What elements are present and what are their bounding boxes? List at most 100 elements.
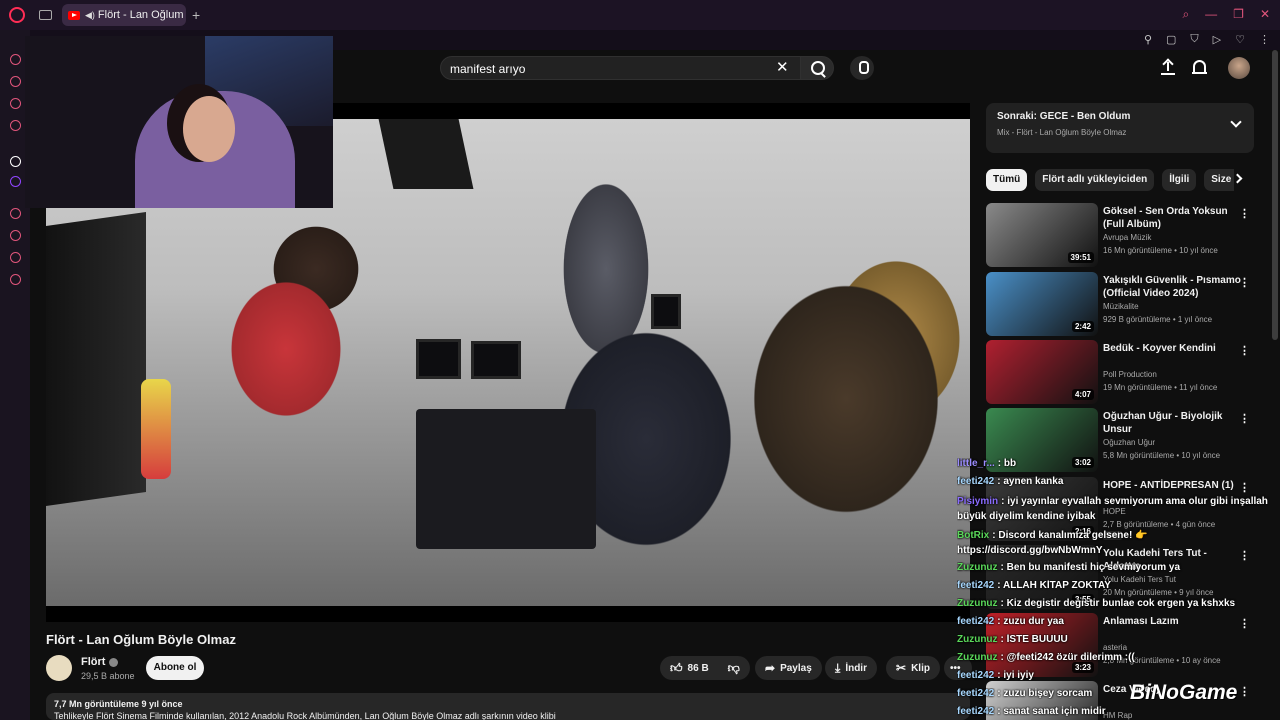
- kebab-menu-icon[interactable]: ⋮: [1239, 207, 1250, 220]
- recommendation-meta: 929 B görüntüleme • 1 yıl önce: [1103, 315, 1213, 324]
- chat-username[interactable]: Zuzunuz: [957, 634, 998, 645]
- chat-username[interactable]: feeti242: [957, 580, 994, 591]
- search-input[interactable]: manifest arıyo: [440, 56, 804, 80]
- chat-username[interactable]: feeti242: [957, 670, 994, 681]
- description-box[interactable]: 7,7 Mn görüntüleme 9 yıl önce Tehlikeyle…: [46, 693, 970, 720]
- player-icon[interactable]: [10, 208, 21, 219]
- recommendation-channel[interactable]: Avrupa Müzik: [1103, 233, 1151, 242]
- chip-all[interactable]: Tümü: [986, 169, 1028, 191]
- channel-name-text[interactable]: Flört: [81, 656, 105, 668]
- scrollbar[interactable]: [1272, 50, 1278, 340]
- clear-search-icon[interactable]: ✕: [776, 58, 789, 76]
- play-icon[interactable]: ▷: [1213, 33, 1221, 46]
- chat-username[interactable]: Pisiymin: [957, 496, 998, 507]
- recommendation-channel[interactable]: Müzikalite: [1103, 302, 1139, 311]
- share-button[interactable]: ➦ Paylaş: [755, 656, 822, 680]
- workspace-icon[interactable]: [39, 10, 52, 20]
- download-label: İndir: [845, 662, 867, 674]
- speaker-icon[interactable]: ◀): [85, 10, 95, 21]
- up-next-panel[interactable]: Sonraki: GECE - Ben Oldum Mix - Flört - …: [986, 103, 1254, 153]
- opera-icon[interactable]: [9, 7, 25, 23]
- recommendation-meta: 19 Mn görüntüleme • 11 yıl önce: [1103, 383, 1218, 392]
- channel-name[interactable]: Flört: [81, 656, 119, 668]
- chat-text: : iyi iyiy: [997, 670, 1034, 681]
- recommendation-item[interactable]: 39:51 Göksel - Sen Orda Yoksun (Full Albü…: [986, 203, 1254, 267]
- recommendation-title[interactable]: Göksel - Sen Orda Yoksun (Full Albüm): [1103, 205, 1243, 231]
- shield-icon[interactable]: ⛉: [1190, 33, 1198, 46]
- binogame-logo: BiNoGame: [1130, 681, 1238, 704]
- chat-text: : sanat sanat için midir: [997, 706, 1106, 717]
- new-tab-plus-icon[interactable]: +: [192, 7, 200, 23]
- snapshot-icon[interactable]: ▢: [1166, 33, 1176, 46]
- recommendation-item[interactable]: 2:42 Yakışıklı Güvenlik - Pısmamo (Offici…: [986, 272, 1254, 336]
- sidebar-app-icon[interactable]: [10, 76, 21, 87]
- kebab-menu-icon[interactable]: ⋮: [1239, 412, 1250, 425]
- channel-avatar[interactable]: [46, 655, 72, 681]
- recommendation-item[interactable]: 4:07 Bedük - Koyver Kendini Poll Productio…: [986, 340, 1254, 404]
- tab-title: Flört - Lan Oğlum Böyle: [97, 9, 186, 21]
- sidebar-app-icon[interactable]: [10, 120, 21, 131]
- subscriber-count: 29,5 B abone: [81, 671, 135, 681]
- pin-icon[interactable]: ⚲: [1144, 33, 1152, 46]
- chat-text: : Kiz degistir degistir bunlae cok ergen…: [1000, 598, 1236, 609]
- chat-username[interactable]: Zuzunuz: [957, 562, 998, 573]
- download-button[interactable]: ⤓ İndir: [825, 656, 877, 680]
- chat-username[interactable]: feeti242: [957, 616, 994, 627]
- sidebar-app-icon[interactable]: [10, 54, 21, 65]
- chat-username[interactable]: BotRix: [957, 530, 989, 541]
- video-thumbnail[interactable]: 39:51: [986, 203, 1098, 267]
- chat-username[interactable]: feeti242: [957, 688, 994, 699]
- notifications-bell-icon[interactable]: [1192, 60, 1207, 74]
- chip-from-uploader[interactable]: Flört adlı yükleyiciden: [1035, 169, 1155, 191]
- video-thumbnail[interactable]: 2:42: [986, 272, 1098, 336]
- recommendation-channel[interactable]: Oğuzhan Uğur: [1103, 438, 1155, 447]
- chat-username[interactable]: little_r...: [957, 458, 995, 469]
- like-count[interactable]: 86 B: [688, 663, 709, 674]
- softbox-light: [46, 211, 146, 507]
- kebab-menu-icon[interactable]: ⋮: [1239, 276, 1250, 289]
- chat-text: : bb: [997, 458, 1017, 469]
- settings-icon[interactable]: [10, 274, 21, 285]
- chat-username[interactable]: feeti242: [957, 476, 994, 487]
- search-tabs-icon[interactable]: ⌕: [1182, 7, 1189, 22]
- history-icon[interactable]: [10, 230, 21, 241]
- recommendation-channel[interactable]: Poll Production: [1103, 370, 1157, 379]
- extensions-icon[interactable]: [10, 252, 21, 263]
- voice-search-mic-icon[interactable]: [850, 56, 874, 80]
- chat-username[interactable]: feeti242: [957, 706, 994, 717]
- video-thumbnail[interactable]: 4:07: [986, 340, 1098, 404]
- twitch-icon[interactable]: [10, 176, 21, 187]
- streamer-face: [183, 96, 235, 162]
- search-button[interactable]: [800, 56, 834, 80]
- chat-text: : İSTE BUUUU: [1000, 634, 1068, 645]
- subscribe-button[interactable]: Abone ol: [146, 656, 204, 680]
- chat-text: : @feeti242 özür dilerimm :((: [1000, 652, 1135, 663]
- close-icon[interactable]: ✕: [1260, 7, 1270, 22]
- sidebar-app-icon[interactable]: [10, 98, 21, 109]
- sidebar-app-icon[interactable]: [10, 156, 21, 167]
- chat-username[interactable]: Zuzunuz: [957, 598, 998, 609]
- menu-icon[interactable]: ⋮: [1259, 33, 1270, 46]
- heart-icon[interactable]: ♡: [1235, 33, 1245, 46]
- thumbs-up-icon[interactable]: 👍︎: [670, 661, 683, 676]
- minimize-icon[interactable]: —: [1205, 7, 1217, 22]
- recommendation-meta: 16 Mn görüntüleme • 10 yıl önce: [1103, 246, 1218, 255]
- upload-icon[interactable]: [1161, 59, 1175, 75]
- chat-text: : zuzu bişey sorcam: [997, 688, 1093, 699]
- chevron-right-icon[interactable]: [1232, 173, 1243, 184]
- clip-button[interactable]: ✂ Klip: [886, 656, 940, 680]
- thumbs-down-icon[interactable]: 👎︎: [728, 661, 740, 676]
- recommendation-title[interactable]: Yakışıklı Güvenlik - Pısmamo (Official V…: [1103, 274, 1243, 300]
- kebab-menu-icon[interactable]: ⋮: [1239, 344, 1250, 357]
- recommendation-title[interactable]: Bedük - Koyver Kendini: [1103, 342, 1243, 355]
- account-avatar[interactable]: [1228, 57, 1250, 79]
- chip-related[interactable]: İlgili: [1162, 169, 1197, 191]
- recommendation-title[interactable]: Oğuzhan Uğur - Biyolojik Unsur: [1103, 410, 1243, 436]
- browser-tab-active[interactable]: ◀) Flört - Lan Oğlum Böyle: [62, 4, 186, 26]
- chat-username[interactable]: Zuzunuz: [957, 652, 998, 663]
- maximize-icon[interactable]: ❐: [1233, 7, 1244, 22]
- like-dislike-group: 👍︎ 86 B 👎︎: [660, 656, 750, 680]
- softbox-light: [378, 119, 474, 189]
- chip-for-you[interactable]: Size öz: [1204, 169, 1234, 191]
- share-label: Paylaş: [780, 662, 812, 674]
